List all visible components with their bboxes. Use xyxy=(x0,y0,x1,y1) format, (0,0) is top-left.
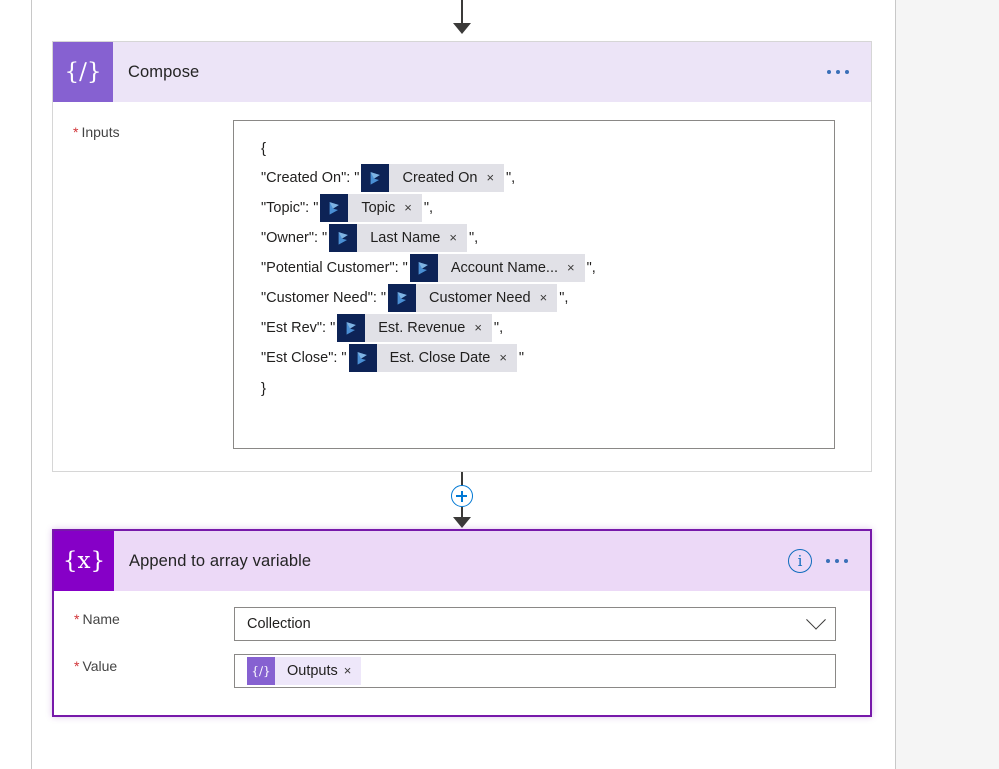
token-chip-label: Est. Close Date xyxy=(389,350,491,366)
inputs-editor[interactable]: { "Created On": " Created On × ", "Topic": "… xyxy=(233,120,835,449)
value-input[interactable]: {∕} Outputs × xyxy=(234,654,836,688)
append-header-actions: i xyxy=(788,549,870,573)
token-remove-icon[interactable]: × xyxy=(567,254,585,282)
token-remove-icon[interactable]: × xyxy=(499,344,517,372)
json-property-key: "Est Close": " xyxy=(261,350,347,366)
token-remove-icon[interactable]: × xyxy=(540,284,558,312)
right-side-panel xyxy=(896,0,999,769)
name-required-marker: * xyxy=(74,611,80,627)
inputs-label-text: Inputs xyxy=(81,124,120,140)
variable-icon-glyph: {x} xyxy=(62,548,106,574)
dataverse-icon xyxy=(337,314,366,342)
dataverse-icon xyxy=(320,194,349,222)
dataverse-icon xyxy=(348,344,377,372)
token-chip-label: Account Name... xyxy=(450,260,558,276)
compose-card-title: Compose xyxy=(128,62,200,81)
json-property-line: "Est Close": " Est. Close Date × " xyxy=(248,343,820,373)
json-property-suffix: " xyxy=(518,350,525,366)
token-chip[interactable]: Est. Revenue × xyxy=(337,314,492,342)
json-property-key: "Created On": " xyxy=(261,170,360,186)
json-property-key: "Owner": " xyxy=(261,230,328,246)
token-chip-label: Customer Need xyxy=(429,290,531,306)
json-property-key: "Topic": " xyxy=(261,200,319,216)
append-ellipsis-icon[interactable] xyxy=(826,559,848,563)
inputs-required-marker: * xyxy=(73,124,79,140)
json-property-suffix: ", xyxy=(468,230,479,246)
token-chip-outputs[interactable]: {∕} Outputs × xyxy=(247,657,362,685)
token-chip[interactable]: Account Name... × xyxy=(409,254,585,282)
compose-card-header[interactable]: {∕} Compose xyxy=(53,42,871,102)
value-label-text: Value xyxy=(82,658,118,674)
json-property-suffix: ", xyxy=(423,200,433,216)
name-dropdown[interactable]: Collection xyxy=(234,607,836,641)
token-chip-label: Topic xyxy=(361,200,396,216)
json-property-line: "Potential Customer": " Account Name... × "… xyxy=(248,253,820,283)
token-chip-label: Last Name xyxy=(370,230,441,246)
compose-output-icon: {∕} xyxy=(247,657,275,685)
token-remove-icon[interactable]: × xyxy=(449,224,467,252)
json-property-line: "Est Rev": " Est. Revenue × ", xyxy=(248,313,820,343)
token-remove-icon[interactable]: × xyxy=(344,657,362,685)
token-chip-label: Est. Revenue xyxy=(378,320,466,336)
compose-ellipsis-icon[interactable] xyxy=(827,70,849,74)
json-property-suffix: ", xyxy=(493,320,504,336)
json-close-brace: } xyxy=(261,379,267,397)
json-property-key: "Est Rev": " xyxy=(261,320,336,336)
json-property-line: "Customer Need": " Customer Need × ", xyxy=(248,283,820,313)
dataverse-icon xyxy=(409,254,438,282)
token-chip-label: Outputs xyxy=(287,663,338,679)
dataverse-icon xyxy=(329,224,358,252)
name-label-text: Name xyxy=(82,611,120,627)
value-required-marker: * xyxy=(74,658,80,674)
json-lines-container: "Created On": " Created On × ", "Topic": " To… xyxy=(248,163,820,373)
dataverse-icon xyxy=(361,164,390,192)
compose-output-icon-glyph: {∕} xyxy=(251,664,271,678)
json-open-brace-line: { xyxy=(248,133,820,163)
token-remove-icon[interactable]: × xyxy=(404,194,422,222)
append-card-title: Append to array variable xyxy=(129,551,312,570)
name-field-label: * Name xyxy=(54,607,234,627)
json-property-key: "Potential Customer": " xyxy=(261,260,408,276)
inputs-field-label: * Inputs xyxy=(53,120,233,140)
token-chip-label: Created On xyxy=(402,170,478,186)
canvas-left-divider xyxy=(31,0,32,769)
compose-icon: {∕} xyxy=(53,42,113,102)
json-property-key: "Customer Need": " xyxy=(261,290,387,306)
token-chip[interactable]: Customer Need × xyxy=(388,284,558,312)
compose-card-body: * Inputs { "Created On": " Created On × ", "T… xyxy=(53,102,871,449)
json-property-suffix: ", xyxy=(559,290,569,306)
json-property-line: "Owner": " Last Name × ", xyxy=(248,223,820,253)
token-remove-icon[interactable]: × xyxy=(486,164,504,192)
json-close-brace-line: } xyxy=(248,373,820,403)
flow-designer-canvas: {∕} Compose * Inputs { "Created On": " Cre… xyxy=(0,0,999,769)
info-icon[interactable]: i xyxy=(788,549,812,573)
json-property-suffix: ", xyxy=(506,170,516,186)
dataverse-icon xyxy=(388,284,417,312)
json-open-brace: { xyxy=(261,139,267,157)
variable-icon: {x} xyxy=(54,531,114,591)
name-dropdown-value: Collection xyxy=(247,616,311,632)
info-icon-glyph: i xyxy=(797,552,803,570)
compose-action-card[interactable]: {∕} Compose * Inputs { "Created On": " Cre… xyxy=(52,41,872,472)
json-property-line: "Topic": " Topic × ", xyxy=(248,193,820,223)
token-remove-icon[interactable]: × xyxy=(474,314,492,342)
token-chip[interactable]: Last Name × xyxy=(329,224,467,252)
compose-icon-glyph: {∕} xyxy=(64,59,102,85)
append-card-body: * Name Collection * Value {∕} Outputs × xyxy=(54,591,870,688)
chevron-down-icon xyxy=(806,609,826,630)
add-step-button[interactable] xyxy=(451,485,473,507)
append-card-header[interactable]: {x} Append to array variable i xyxy=(54,531,870,591)
json-property-line: "Created On": " Created On × ", xyxy=(248,163,820,193)
json-property-suffix: ", xyxy=(586,260,596,276)
compose-header-actions xyxy=(827,70,871,74)
token-chip[interactable]: Topic × xyxy=(320,194,422,222)
append-to-array-variable-card[interactable]: {x} Append to array variable i * Name Col… xyxy=(52,529,872,717)
value-field-label: * Value xyxy=(54,654,234,674)
token-chip[interactable]: Created On × xyxy=(361,164,505,192)
token-chip[interactable]: Est. Close Date × xyxy=(348,344,517,372)
